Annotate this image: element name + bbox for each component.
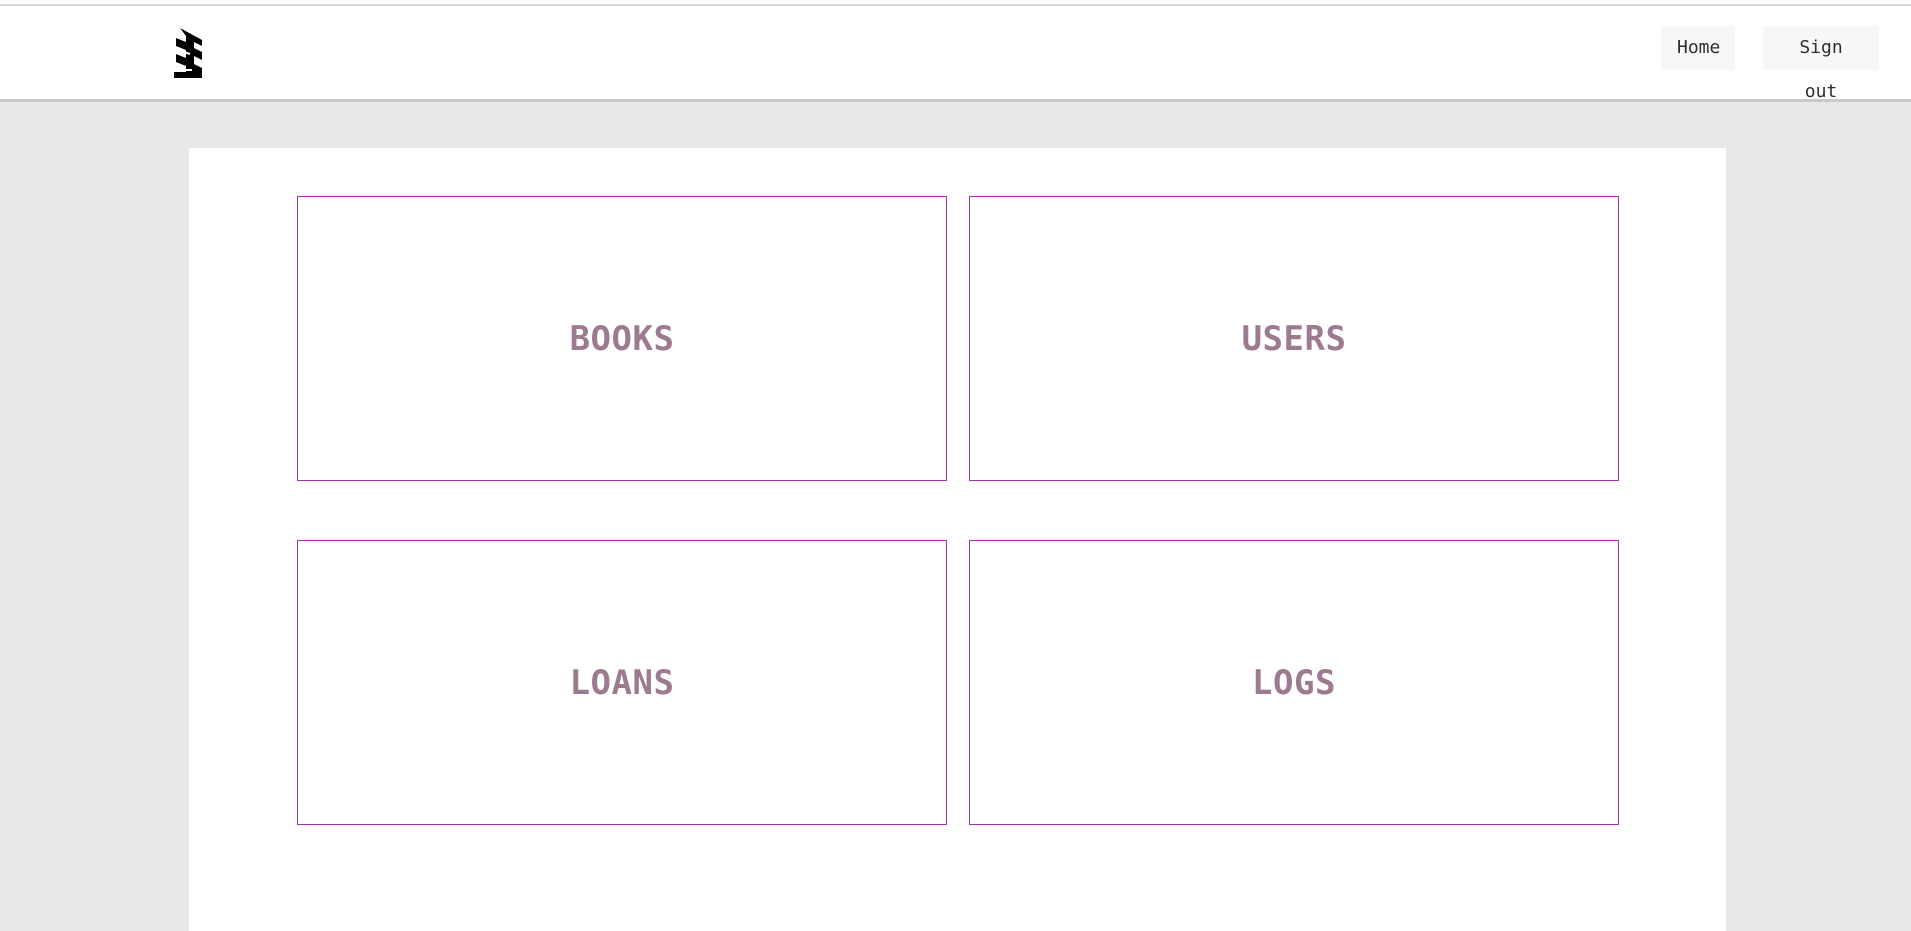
logs-card-label: LOGS xyxy=(1252,662,1336,703)
logs-card[interactable]: LOGS xyxy=(969,540,1619,825)
sign-out-button[interactable]: Sign out xyxy=(1763,26,1879,102)
users-card-label: USERS xyxy=(1241,318,1347,359)
dashboard-panel: BOOKS USERS LOANS LOGS xyxy=(189,148,1726,931)
users-card[interactable]: USERS xyxy=(969,196,1619,481)
books-card-label: BOOKS xyxy=(569,318,675,359)
building-logo-icon[interactable] xyxy=(172,26,208,80)
home-button[interactable]: Home xyxy=(1661,26,1735,70)
loans-card[interactable]: LOANS xyxy=(297,540,947,825)
books-card[interactable]: BOOKS xyxy=(297,196,947,481)
header-bar: Home Sign out xyxy=(0,6,1911,102)
loans-card-label: LOANS xyxy=(569,662,675,703)
